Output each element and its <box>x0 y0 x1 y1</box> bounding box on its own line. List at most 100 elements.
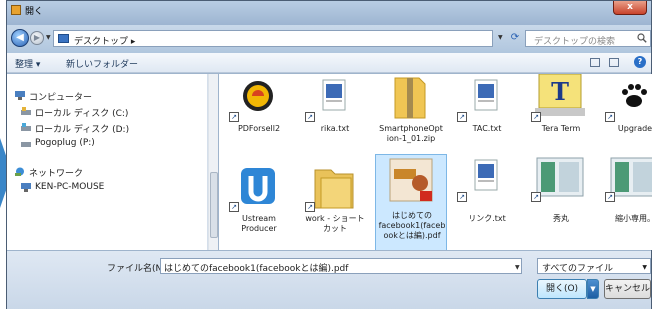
file-item-upgrade[interactable]: ↗ Upgrade <box>599 74 652 152</box>
search-icon <box>637 33 647 43</box>
forward-button[interactable]: ▶ <box>30 31 44 45</box>
shortcut-arrow-icon: ↗ <box>531 192 541 202</box>
view-icon[interactable] <box>590 58 600 67</box>
nav-item-drive-d[interactable]: ローカル ディスク (D:) <box>7 121 207 135</box>
nav-item-label: コンピューター <box>29 93 93 103</box>
file-item-smartphone-zip[interactable]: SmartphoneOpt ion-1_01.zip <box>375 74 447 152</box>
shortcut-arrow-icon: ↗ <box>457 112 467 122</box>
file-name: 秀丸 <box>553 214 569 223</box>
help-icon[interactable]: ? <box>634 56 646 68</box>
new-folder-button[interactable]: 新しいフォルダー <box>66 57 138 70</box>
file-name: Upgrade <box>617 124 652 133</box>
app-icon: T <box>535 74 585 116</box>
shortcut-arrow-icon: ↗ <box>305 112 315 122</box>
organize-button[interactable]: 整理 ▾ <box>15 57 40 70</box>
zip-folder-icon <box>394 77 426 119</box>
file-item-hidemaru[interactable]: ↗ 秀丸 <box>525 154 597 232</box>
file-item-rika-txt[interactable]: ↗ rika.txt <box>299 74 371 152</box>
cancel-button[interactable]: キャンセル <box>604 279 651 299</box>
app-icon <box>536 157 584 197</box>
open-button[interactable]: 開く(O) <box>537 279 587 299</box>
navigation-scrollbar[interactable] <box>208 74 218 250</box>
app-icon <box>610 157 652 197</box>
folder-icon <box>314 169 354 209</box>
drive-icon <box>21 123 31 131</box>
svg-text:T: T <box>551 77 569 106</box>
drive-icon <box>21 107 31 115</box>
navigation-pane: コンピューター ローカル ディスク (C:) ローカル ディスク (D:) Po… <box>7 74 208 250</box>
file-name-line2: Producer <box>241 224 277 233</box>
open-dialog: 開く x ◀ ▶ ▼ デスクトップ ▸ ▼ ⟳ デスクトップの検索 整理 ▾ 新… <box>6 0 652 309</box>
back-button[interactable]: ◀ <box>11 29 29 47</box>
file-item-link-txt[interactable]: ↗ リンク.txt <box>451 154 523 232</box>
filename-input[interactable]: はじめてのfacebook1(facebookとは編).pdf <box>160 258 522 274</box>
pdf-file-icon <box>389 158 433 202</box>
open-options-dropdown[interactable]: ▼ <box>587 279 599 299</box>
nav-item-computer[interactable]: コンピューター <box>7 89 207 103</box>
text-file-icon <box>322 79 346 111</box>
command-bar: 整理 ▾ 新しいフォルダー ? <box>7 53 651 73</box>
file-item-tera-term[interactable]: T ↗ Tera Term <box>525 74 597 152</box>
file-name: リンク.txt <box>468 214 506 223</box>
file-item-hajimete-facebook-pdf[interactable]: はじめての facebook1(faceb ookとは編).pdf <box>375 154 447 250</box>
address-field[interactable]: デスクトップ ▸ <box>53 30 493 47</box>
preview-pane-icon[interactable] <box>609 58 619 67</box>
file-item-tac-txt[interactable]: ↗ TAC.txt <box>451 74 523 152</box>
dialog-footer: ファイル名(N): はじめてのfacebook1(facebookとは編).pd… <box>7 250 651 309</box>
file-name-line3: ookとは編).pdf <box>383 231 441 240</box>
nav-item-ken-pc-mouse[interactable]: KEN-PC-MOUSE <box>7 181 207 195</box>
nav-item-label: ローカル ディスク (C:) <box>35 109 129 119</box>
nav-item-drive-c[interactable]: ローカル ディスク (C:) <box>7 105 207 119</box>
computer-icon <box>21 183 31 192</box>
nav-item-label: Pogoplug (P:) <box>35 138 95 148</box>
file-name: rika.txt <box>320 124 350 133</box>
close-button[interactable]: x <box>613 1 647 15</box>
file-name-line1: はじめての <box>392 211 432 220</box>
filename-history-dropdown[interactable]: ▼ <box>515 264 520 271</box>
nav-item-pogoplug[interactable]: Pogoplug (P:) <box>7 137 207 151</box>
address-bar: ◀ ▶ ▼ デスクトップ ▸ ▼ ⟳ デスクトップの検索 <box>7 25 651 53</box>
file-type-select[interactable]: すべてのファイル ▼ <box>537 258 651 274</box>
shortcut-arrow-icon: ↗ <box>229 112 239 122</box>
text-file-icon <box>474 159 498 191</box>
shortcut-arrow-icon: ↗ <box>605 192 615 202</box>
address-dropdown[interactable]: ▼ <box>498 34 503 41</box>
file-name-line1: Ustream <box>242 214 276 223</box>
file-item-work-shortcut[interactable]: ↗ work - ショート カット <box>299 164 371 242</box>
file-name-line2: カット <box>323 224 347 233</box>
computer-icon <box>15 91 25 100</box>
search-placeholder: デスクトップの検索 <box>534 37 616 47</box>
file-name-line2: ion-1_01.zip <box>386 134 436 143</box>
nav-item-label: KEN-PC-MOUSE <box>35 182 105 192</box>
folder-icon <box>58 34 69 43</box>
title-bar: 開く x <box>7 1 651 25</box>
app-icon <box>243 81 273 111</box>
window-title: 開く <box>25 7 44 17</box>
text-file-icon <box>474 79 498 111</box>
recent-pages-dropdown[interactable]: ▼ <box>46 34 51 41</box>
file-item-pdforsell2[interactable]: ↗ PDForsell2 <box>223 74 295 152</box>
shortcut-arrow-icon: ↗ <box>229 202 239 212</box>
refresh-icon[interactable]: ⟳ <box>508 30 522 47</box>
address-path: デスクトップ ▸ <box>74 37 136 47</box>
file-name-line1: SmartphoneOpt <box>379 124 443 133</box>
nav-item-label: ローカル ディスク (D:) <box>35 125 130 135</box>
file-name: Tera Term <box>541 124 581 133</box>
drive-icon <box>21 142 31 147</box>
search-input[interactable]: デスクトップの検索 <box>525 30 651 47</box>
nav-item-network[interactable]: ネットワーク <box>7 165 207 179</box>
dialog-icon <box>11 5 21 15</box>
shortcut-arrow-icon: ↗ <box>605 112 615 122</box>
shortcut-arrow-icon: ↗ <box>305 202 315 212</box>
file-name-line2: facebook1(faceb <box>378 221 446 230</box>
file-name: 縮小専用。 <box>615 214 652 223</box>
nav-item-label: ネットワーク <box>29 169 84 179</box>
file-name-line1: work - ショート <box>305 214 365 223</box>
scrollbar-thumb[interactable] <box>210 172 218 238</box>
file-item-ustream-producer[interactable]: ↗ Ustream Producer <box>223 164 295 242</box>
file-name: TAC.txt <box>472 124 502 133</box>
file-type-value: すべてのファイル <box>542 264 614 274</box>
file-item-shukusho[interactable]: ↗ 縮小専用。 <box>599 154 652 232</box>
shortcut-arrow-icon: ↗ <box>531 112 541 122</box>
chevron-down-icon: ▼ <box>642 264 647 271</box>
